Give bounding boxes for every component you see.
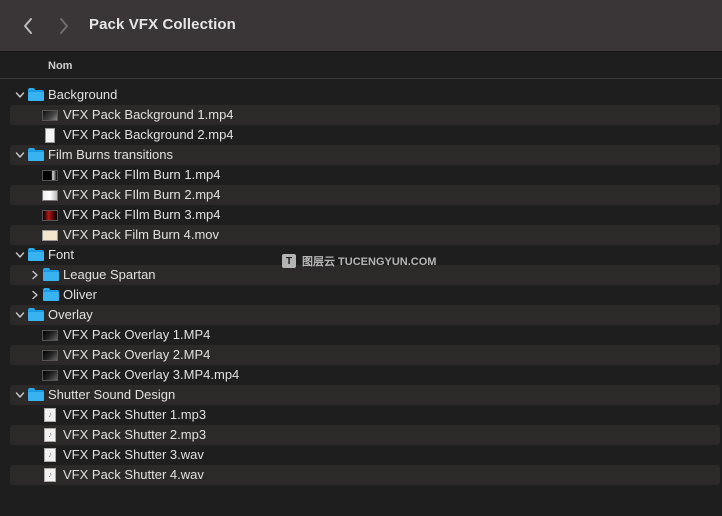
- file-list-view[interactable]: Nom Background VFX Pack Background 1.mp4 V…: [0, 53, 722, 516]
- video-file-icon: [42, 348, 58, 362]
- folder-icon: [28, 388, 44, 402]
- folder-name: League Spartan: [63, 267, 156, 282]
- window-toolbar: Pack VFX Collection: [0, 0, 722, 52]
- audio-file-icon: ♪: [42, 408, 58, 422]
- file-row[interactable]: VFX Pack FIlm Burn 1.mp4: [10, 165, 720, 185]
- video-file-icon: [42, 188, 58, 202]
- file-row[interactable]: VFX Pack Overlay 2.MP4: [10, 345, 720, 365]
- chevron-down-icon[interactable]: [14, 389, 26, 401]
- file-rows: Background VFX Pack Background 1.mp4 VFX P…: [0, 85, 722, 485]
- column-header-name[interactable]: Nom: [48, 60, 72, 72]
- folder-row[interactable]: Background: [10, 85, 720, 105]
- file-row[interactable]: ♪ VFX Pack Shutter 3.wav: [10, 445, 720, 465]
- folder-row[interactable]: Shutter Sound Design: [10, 385, 720, 405]
- file-row[interactable]: VFX Pack Overlay 3.MP4.mp4: [10, 365, 720, 385]
- folder-name: Overlay: [48, 307, 93, 322]
- chevron-down-icon[interactable]: [14, 309, 26, 321]
- folder-icon: [43, 268, 59, 282]
- audio-file-icon: ♪: [42, 428, 58, 442]
- chevron-right-icon[interactable]: [29, 289, 41, 301]
- file-row[interactable]: VFX Pack Overlay 1.MP4: [10, 325, 720, 345]
- folder-icon: [43, 288, 59, 302]
- file-name: VFX Pack Film Burn 4.mov: [63, 227, 220, 242]
- file-name: VFX Pack Background 2.mp4: [63, 127, 234, 142]
- video-file-icon: [42, 328, 58, 342]
- file-row[interactable]: ♪ VFX Pack Shutter 2.mp3: [10, 425, 720, 445]
- file-name: VFX Pack Shutter 4.wav: [63, 467, 204, 482]
- watermark: T 图层云 TUCENGYUN.COM: [282, 253, 436, 269]
- video-file-icon: [42, 168, 58, 182]
- chevron-down-icon[interactable]: [14, 149, 26, 161]
- folder-name: Film Burns transitions: [48, 147, 173, 162]
- watermark-logo: T: [282, 254, 296, 268]
- chevron-right-icon: [60, 18, 68, 34]
- chevron-right-icon[interactable]: [29, 269, 41, 281]
- audio-file-icon: ♪: [42, 448, 58, 462]
- folder-icon: [28, 88, 44, 102]
- video-file-icon: [42, 368, 58, 382]
- folder-icon: [28, 148, 44, 162]
- file-name: VFX Pack Shutter 3.wav: [63, 447, 204, 462]
- file-name: VFX Pack FIlm Burn 1.mp4: [63, 167, 221, 182]
- file-name: VFX Pack Overlay 3.MP4.mp4: [63, 367, 240, 382]
- folder-row[interactable]: Oliver: [10, 285, 720, 305]
- file-name: VFX Pack Overlay 2.MP4: [63, 347, 211, 362]
- window-title: Pack VFX Collection: [89, 16, 236, 33]
- file-row[interactable]: VFX Pack Background 1.mp4: [10, 105, 720, 125]
- file-row[interactable]: ♪ VFX Pack Shutter 4.wav: [10, 465, 720, 485]
- back-button[interactable]: [17, 14, 39, 38]
- audio-file-icon: ♪: [42, 468, 58, 482]
- file-row[interactable]: VFX Pack FIlm Burn 3.mp4: [10, 205, 720, 225]
- folder-row[interactable]: Film Burns transitions: [10, 145, 720, 165]
- chevron-down-icon[interactable]: [14, 89, 26, 101]
- file-row[interactable]: ♪ VFX Pack Shutter 1.mp3: [10, 405, 720, 425]
- folder-name: Shutter Sound Design: [48, 387, 176, 402]
- file-name: VFX Pack Shutter 2.mp3: [63, 427, 207, 442]
- file-name: VFX Pack Background 1.mp4: [63, 107, 234, 122]
- folder-icon: [28, 308, 44, 322]
- video-file-icon: [42, 228, 58, 242]
- folder-name: Oliver: [63, 287, 97, 302]
- video-file-icon: [42, 128, 58, 143]
- forward-button[interactable]: [53, 14, 75, 38]
- folder-name: Background: [48, 87, 118, 102]
- file-name: VFX Pack Overlay 1.MP4: [63, 327, 211, 342]
- file-row[interactable]: VFX Pack FIlm Burn 2.mp4: [10, 185, 720, 205]
- file-name: VFX Pack Shutter 1.mp3: [63, 407, 207, 422]
- chevron-down-icon[interactable]: [14, 249, 26, 261]
- video-file-icon: [42, 108, 58, 122]
- folder-row[interactable]: Overlay: [10, 305, 720, 325]
- file-row[interactable]: VFX Pack Background 2.mp4: [10, 125, 720, 145]
- chevron-left-icon: [24, 18, 32, 34]
- file-row[interactable]: VFX Pack Film Burn 4.mov: [10, 225, 720, 245]
- watermark-text: 图层云 TUCENGYUN.COM: [302, 256, 437, 268]
- file-name: VFX Pack FIlm Burn 2.mp4: [63, 187, 221, 202]
- column-header: Nom: [0, 53, 722, 79]
- folder-icon: [28, 248, 44, 262]
- video-file-icon: [42, 208, 58, 222]
- file-name: VFX Pack FIlm Burn 3.mp4: [63, 207, 221, 222]
- folder-name: Font: [48, 247, 75, 262]
